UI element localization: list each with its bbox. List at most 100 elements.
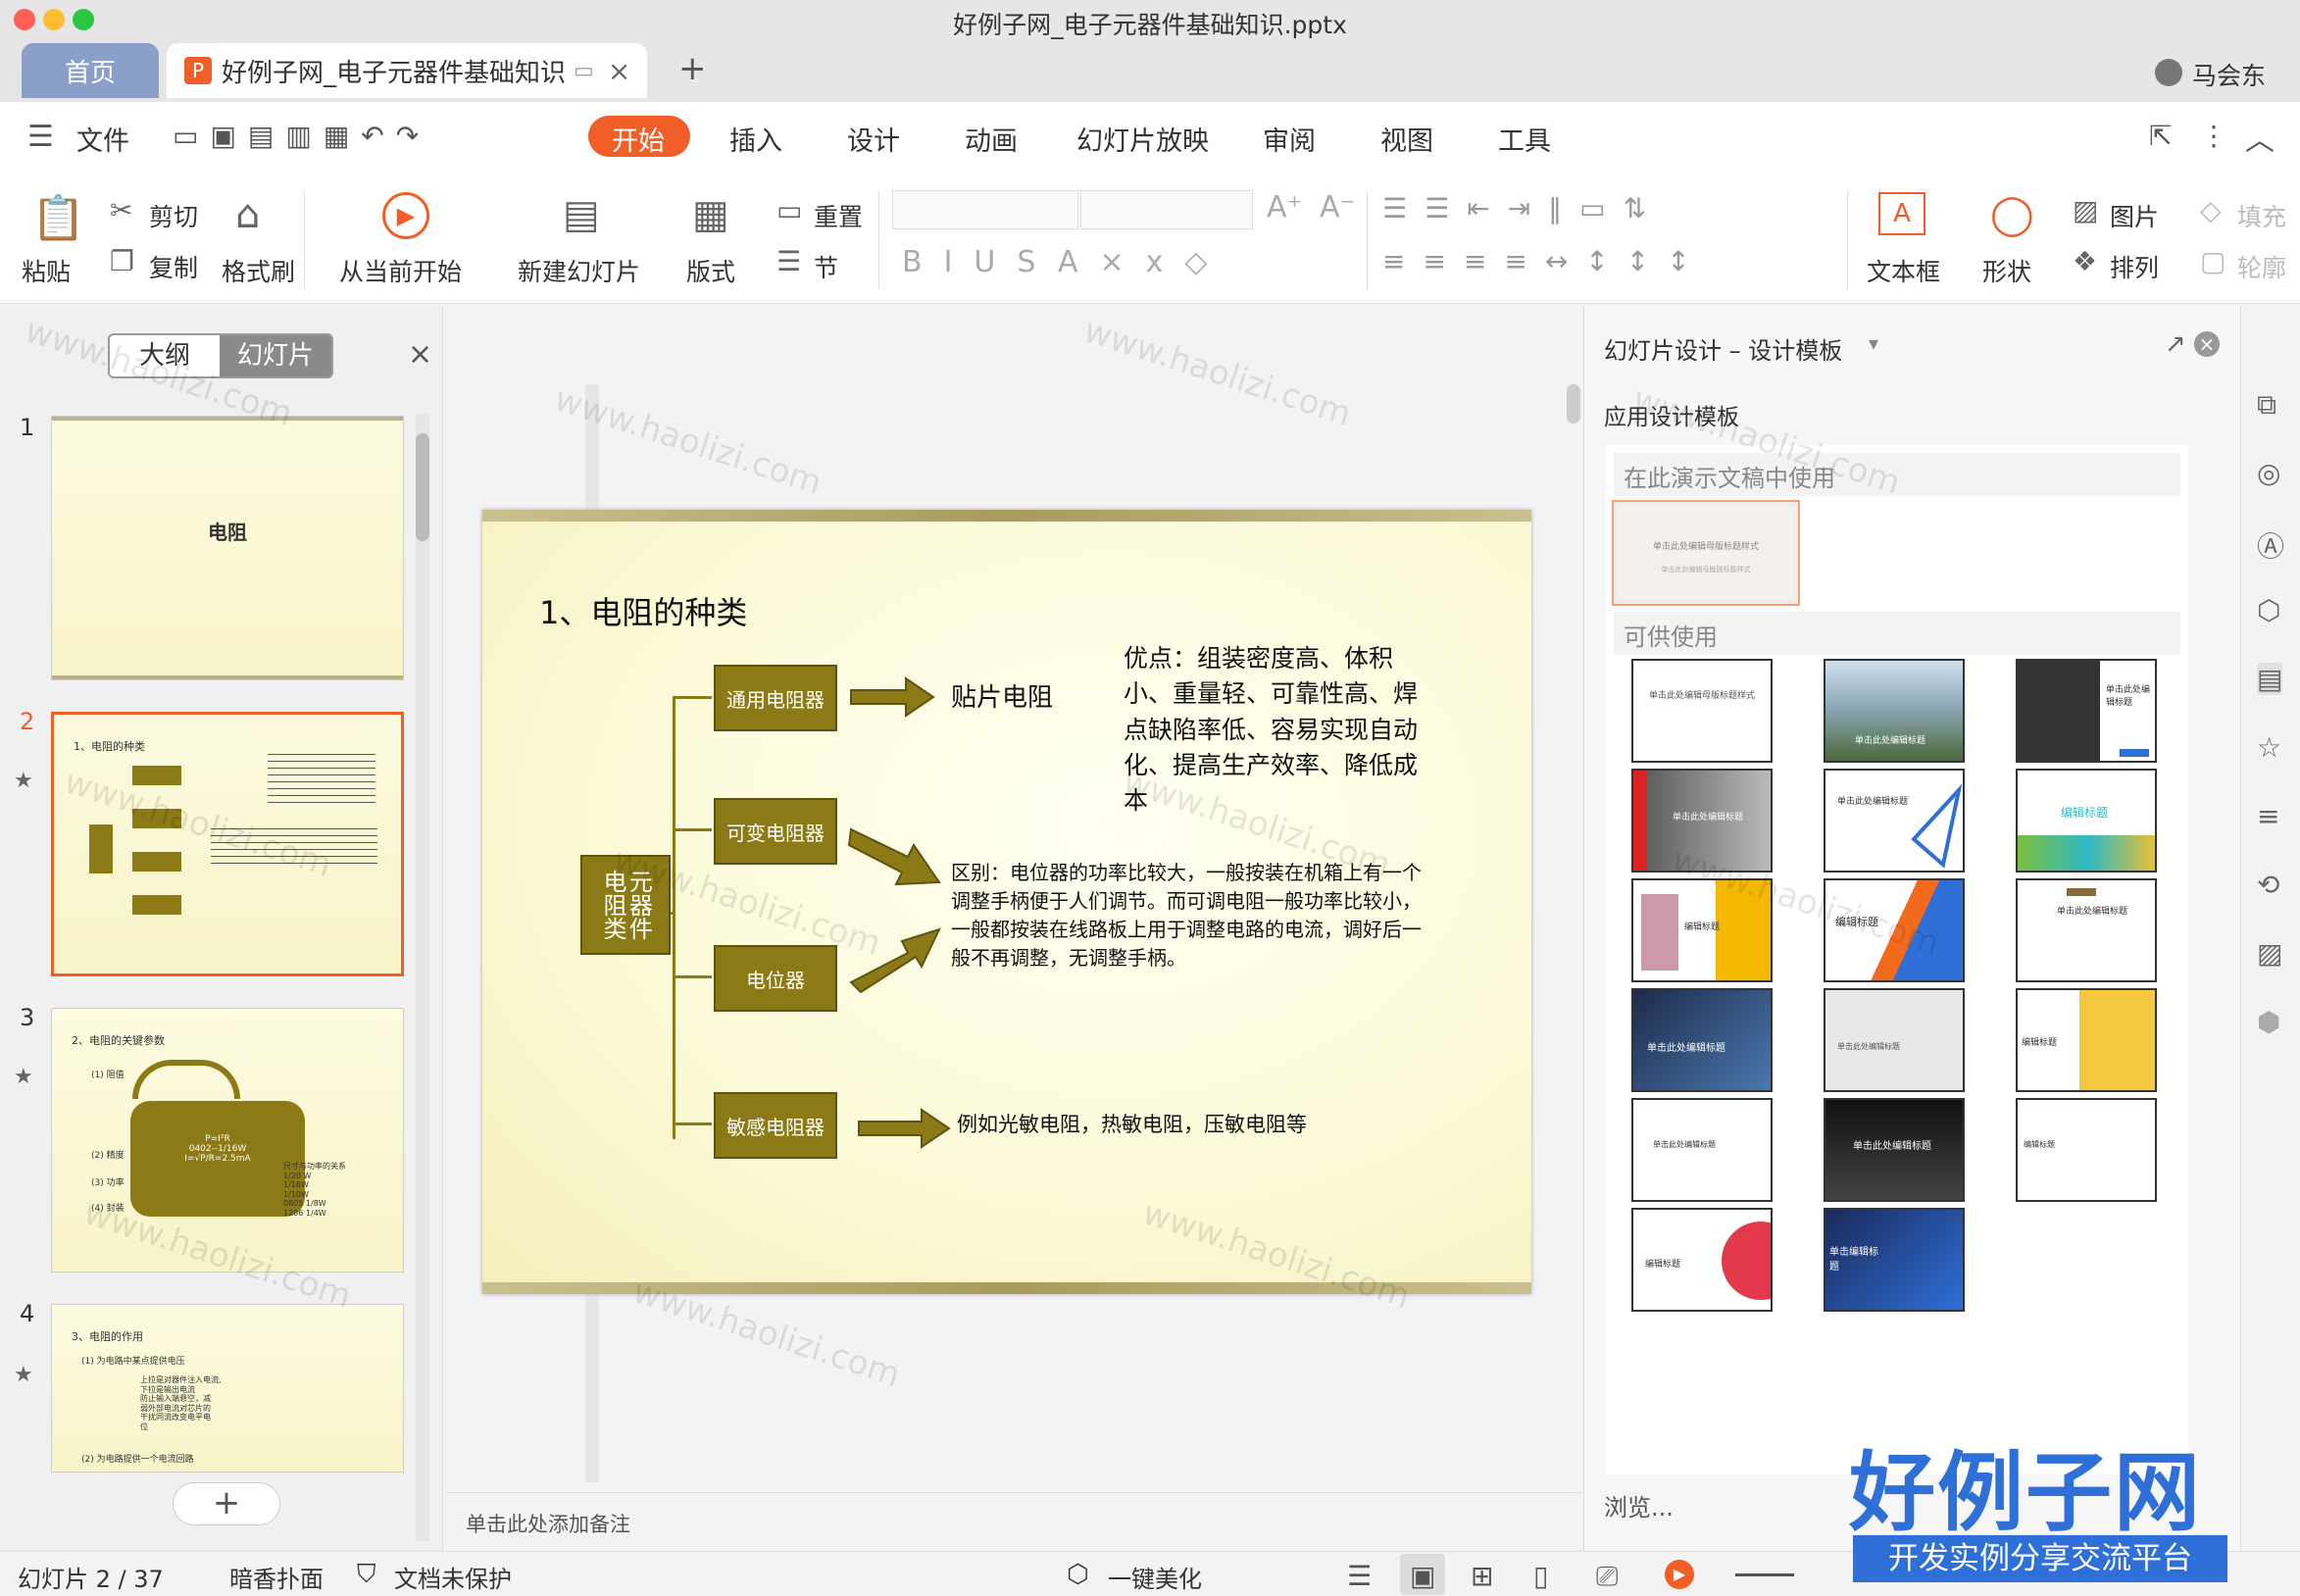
new-tab-button[interactable]: + [678,49,707,88]
theme-name[interactable]: 暗香扑面 [229,1560,324,1594]
close-panel-icon[interactable]: × [2194,331,2220,357]
notes-area[interactable]: 单击此处添加备注 [446,1492,1583,1551]
protection-status[interactable]: 文档未保护 [394,1560,512,1594]
template-thumb[interactable]: 单击此处编辑标题 [2016,878,2157,982]
picture-button[interactable]: 图片 [2110,198,2159,233]
cube-icon[interactable]: ⬢ [2257,1006,2280,1038]
outline-icon[interactable]: ▢ [2200,245,2225,277]
textbox-button[interactable]: 文本框 [1867,253,1940,288]
menu-view[interactable]: 视图 [1380,120,1433,158]
add-slide-button[interactable]: + [173,1482,280,1525]
play-icon[interactable]: ▶ [382,192,429,239]
settings-sliders-icon[interactable]: ≡ [2257,800,2279,832]
design-icon[interactable]: ⧉ [2257,388,2276,422]
sorter-view-icon[interactable]: ⊞ [1471,1560,1493,1592]
template-thumb[interactable]: 单击此处编辑标题 [1824,988,1965,1092]
popout-icon[interactable]: ↗ [2165,329,2186,359]
scissors-icon[interactable]: ✂ [110,194,132,226]
scrollbar-thumb[interactable] [416,433,429,541]
menu-animation[interactable]: 动画 [965,120,1018,158]
shape-icon[interactable]: ◯ [1990,192,2034,237]
template-thumb[interactable]: 编辑标题 [2016,769,2157,873]
beautify-button[interactable]: 一键美化 [1108,1560,1202,1594]
tab-slides[interactable]: 幻灯片 [220,335,331,376]
template-thumb[interactable]: 编辑标题 [1631,1208,1773,1312]
normal-view-icon[interactable]: ▣ [1410,1560,1435,1592]
close-tab-icon[interactable]: × [608,55,630,87]
tab-document[interactable]: P 好例子网_电子元器件基础知识 ▭ × [167,43,647,98]
menu-design[interactable]: 设计 [847,120,900,158]
reset-button[interactable]: 重置 [814,198,863,233]
scrollbar-track[interactable] [416,414,429,1541]
picture-icon[interactable]: ▨ [2073,194,2098,226]
reading-view-icon[interactable]: ▯ [1533,1560,1548,1592]
template-thumb[interactable]: 单击编辑标题 [1824,1208,1965,1312]
text-format-icons[interactable]: BIUSA×x◇ [902,245,1228,279]
arrange-icon[interactable]: ❖ [2073,245,2097,277]
play-from-current-button[interactable]: 从当前开始 [339,253,462,288]
template-thumb[interactable]: 单击此处编辑标题 [1824,1098,1965,1202]
layout-icon[interactable]: ▦ [692,192,729,237]
outline-button[interactable]: 轮廓 [2237,249,2296,284]
cut-button[interactable]: 剪切 [149,198,198,233]
beautify-icon[interactable]: ⬡ [1067,1560,1089,1589]
menu-slideshow[interactable]: 幻灯片放映 [1076,120,1209,158]
canvas-scrollbar-thumb[interactable] [1567,384,1580,424]
paste-button[interactable]: 粘贴 [22,253,71,288]
font-size-select[interactable] [1080,190,1253,229]
menu-home[interactable]: 开始 [612,120,665,158]
format-brush-button[interactable]: 格式刷 [222,253,295,288]
hamburger-menu-icon[interactable]: ☰ [27,120,54,154]
layout-button[interactable]: 版式 [686,253,735,288]
more-icon[interactable]: ⋮ [2200,120,2227,152]
presenter-icon[interactable]: ⎚ [1596,1560,1618,1593]
notes-view-icon[interactable]: ☰ [1347,1560,1372,1592]
panel-dropdown-icon[interactable]: ▾ [1869,331,1878,355]
template-icon[interactable]: ▤ [2257,663,2283,695]
increase-font-icon[interactable]: A⁺ [1267,190,1302,224]
font-name-select[interactable] [892,190,1078,229]
template-thumb[interactable]: 单击此处编辑标题 [1631,988,1773,1092]
image-icon[interactable]: ▨ [2257,937,2282,970]
shape-button[interactable]: 形状 [1982,253,2031,288]
menu-tools[interactable]: 工具 [1498,120,1551,158]
template-thumb[interactable]: 编辑标题 [2016,1098,2157,1202]
text-style-icon[interactable]: Ⓐ [2257,525,2284,565]
section-icon[interactable]: ☰ [776,245,801,277]
current-slide[interactable]: 1、电阻的种类 元器件 电阻类 通用电阻器 可变电阻器 电位器 敏感电阻器 贴片… [482,510,1531,1294]
copy-icon[interactable]: ❐ [110,245,134,277]
template-thumb[interactable]: 单击此处编辑标题 [1824,769,1965,873]
new-slide-button[interactable]: 新建幻灯片 [518,253,640,288]
slide-thumbnail-4[interactable]: 3、电阻的作用 (1) 为电路中某点提供电压 上拉是对器件注入电流, 下拉是输出… [51,1304,404,1472]
template-thumb[interactable]: 单击此处编辑标题 [1631,1098,1773,1202]
copy-button[interactable]: 复制 [149,249,198,284]
section-button[interactable]: 节 [814,249,838,284]
avatar[interactable] [2155,59,2182,86]
browse-link[interactable]: 浏览... [1604,1488,1674,1522]
play-slideshow-button[interactable]: ▶ [1665,1560,1694,1589]
collapse-ribbon-icon[interactable]: ︿ [2245,116,2275,159]
shape-icon[interactable]: ◎ [2257,457,2280,489]
animation-icon[interactable]: ☆ [2257,731,2281,764]
quick-access-icons[interactable]: ▭▣▤▥▦↶↷ [173,120,430,152]
tab-home[interactable]: 首页 [22,43,159,98]
decrease-font-icon[interactable]: A⁻ [1320,190,1355,224]
paste-icon[interactable]: 📋 [31,192,85,243]
paragraph-icons-row1[interactable]: ☰☰⇤⇥‖▭⇅ [1382,192,1664,224]
current-template[interactable]: 单击此处编辑母版标题样式 单击此处编辑母版副标题样式 [1612,500,1800,606]
close-panel-icon[interactable]: × [408,337,432,372]
template-thumb[interactable]: 单击此处编辑标题 [2016,659,2157,763]
template-thumb[interactable]: 单击此处编辑母版标题样式 [1631,659,1773,763]
format-brush-icon[interactable]: ⌂ [235,192,260,237]
template-thumb[interactable]: 编辑标题 [2016,988,2157,1092]
menu-insert[interactable]: 插入 [729,120,782,158]
fill-button[interactable]: 填充 [2237,198,2296,233]
slide-thumbnail-1[interactable]: 电阻 [51,416,404,680]
transition-icon[interactable]: ⬡ [2257,594,2280,626]
fill-icon[interactable]: ◇ [2200,194,2222,226]
reset-icon[interactable]: ▭ [776,194,802,226]
textbox-icon[interactable]: A [1878,192,1925,235]
history-icon[interactable]: ⟲ [2257,869,2279,901]
menu-file[interactable]: 文件 [76,120,129,158]
paragraph-icons-row2[interactable]: ≡≡≡≡↔↕↕↕ [1382,245,1708,277]
